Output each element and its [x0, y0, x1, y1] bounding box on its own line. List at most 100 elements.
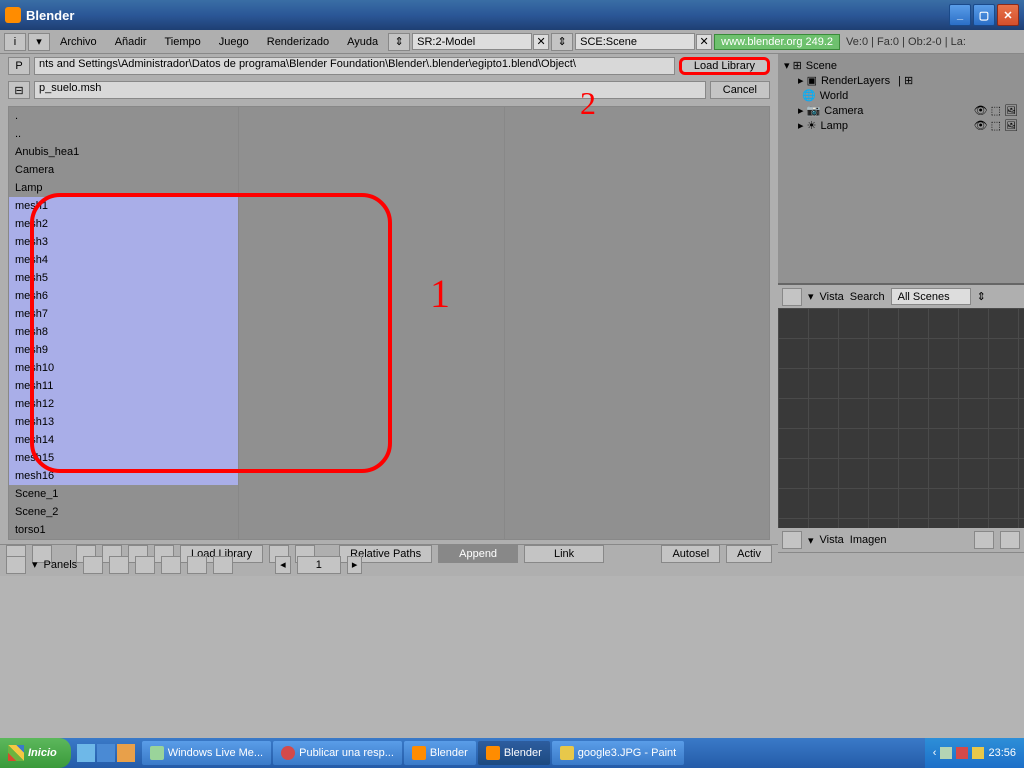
list-item[interactable]: Scene_2 [9, 503, 238, 521]
list-item[interactable]: Lamp [9, 179, 238, 197]
scene-close-icon[interactable]: ✕ [696, 34, 712, 50]
viewport-save-icon[interactable] [1000, 531, 1020, 549]
start-button[interactable]: Inicio [0, 738, 71, 768]
taskbar-item[interactable]: Blender [478, 741, 550, 765]
list-item[interactable]: torso1 [9, 521, 238, 539]
chevron-down-icon[interactable]: ▾ [28, 33, 50, 51]
blender-icon [5, 7, 21, 23]
cancel-button[interactable]: Cancel [710, 81, 770, 99]
chevron-down-icon[interactable]: ▾ [32, 558, 38, 571]
menu-archivo[interactable]: Archivo [52, 34, 105, 50]
panel-logic-icon[interactable] [135, 556, 155, 574]
outliner-camera[interactable]: ▸ 📷Camera👁 ⬚ 🖼 [782, 103, 1020, 118]
maximize-button[interactable]: ▢ [973, 4, 995, 26]
menu-tiempo[interactable]: Tiempo [156, 34, 208, 50]
list-item[interactable]: mesh2 [9, 215, 238, 233]
load-library-button[interactable]: Load Library [679, 57, 770, 75]
link-button[interactable]: Link [524, 545, 604, 563]
viewport-window-icon[interactable] [782, 531, 802, 549]
list-item[interactable]: mesh13 [9, 413, 238, 431]
panel-context-icon[interactable] [83, 556, 103, 574]
outliner-scene[interactable]: ▾ ⊞Scene [782, 58, 1020, 73]
blender-url-button[interactable]: www.blender.org 249.2 [714, 34, 840, 50]
system-tray[interactable]: ‹ 23:56 [925, 738, 1024, 768]
list-item[interactable]: mesh14 [9, 431, 238, 449]
dropdown-icon[interactable]: ⇕ [977, 290, 986, 303]
menu-anadir[interactable]: Añadir [107, 34, 155, 50]
path-input[interactable]: nts and Settings\Administrador\Datos de … [34, 57, 675, 75]
outliner-world[interactable]: 🌐World [782, 88, 1020, 103]
screen-close-icon[interactable]: ✕ [533, 34, 549, 50]
page-prev-icon[interactable]: ◂ [275, 556, 291, 574]
ie-icon[interactable] [97, 744, 115, 762]
outliner-vista-menu[interactable]: Vista [820, 291, 844, 303]
nav-down-button[interactable]: ⊟ [8, 81, 30, 99]
list-item[interactable]: mesh11 [9, 377, 238, 395]
tray-kaspersky-icon[interactable] [956, 747, 968, 759]
panels-label[interactable]: Panels [44, 559, 78, 571]
list-item[interactable]: Anubis_hea1 [9, 143, 238, 161]
tray-arrow-icon[interactable]: ‹ [933, 747, 937, 759]
list-item[interactable]: mesh3 [9, 233, 238, 251]
info-icon[interactable]: i [4, 33, 26, 51]
chevron-down-icon[interactable]: ▾ [808, 290, 814, 303]
list-item[interactable]: mesh15 [9, 449, 238, 467]
list-item[interactable]: mesh9 [9, 341, 238, 359]
scene-selector[interactable]: SCE:Scene [575, 33, 695, 50]
taskbar-item[interactable]: Blender [404, 741, 476, 765]
list-item[interactable]: mesh1 [9, 197, 238, 215]
list-item[interactable]: mesh12 [9, 395, 238, 413]
scene-dropdown-icon[interactable]: ⇕ [551, 33, 573, 51]
menu-juego[interactable]: Juego [211, 34, 257, 50]
viewport-opts-icon[interactable] [974, 531, 994, 549]
panel-script-icon[interactable] [161, 556, 181, 574]
viewport-imagen-menu[interactable]: Imagen [850, 534, 887, 546]
outliner-lamp[interactable]: ▸ ☀Lamp👁 ⬚ 🖼 [782, 118, 1020, 133]
list-item[interactable]: mesh6 [9, 287, 238, 305]
panel-render-icon[interactable] [187, 556, 207, 574]
list-item[interactable]: mesh8 [9, 323, 238, 341]
list-item[interactable]: .. [9, 125, 238, 143]
outliner-renderlayers[interactable]: ▸ ▣RenderLayers| ⊞ [782, 73, 1020, 88]
list-item[interactable]: mesh16 [9, 467, 238, 485]
panel-scene-icon[interactable] [213, 556, 233, 574]
list-item[interactable]: mesh4 [9, 251, 238, 269]
outliner-filter[interactable]: All Scenes [891, 288, 971, 305]
menu-ayuda[interactable]: Ayuda [339, 34, 386, 50]
taskbar-item[interactable]: google3.JPG - Paint [552, 741, 684, 765]
list-item[interactable]: mesh7 [9, 305, 238, 323]
panel-object-icon[interactable] [109, 556, 129, 574]
minimize-button[interactable]: _ [949, 4, 971, 26]
viewport-toolbar: ▾ Vista Imagen [778, 528, 1024, 552]
close-button[interactable]: ✕ [997, 4, 1019, 26]
list-item[interactable]: Scene_1 [9, 485, 238, 503]
chevron-down-icon[interactable]: ▾ [808, 534, 814, 547]
filename-input[interactable]: p_suelo.msh [34, 81, 706, 99]
outliner-search-menu[interactable]: Search [850, 291, 885, 303]
show-desktop-icon[interactable] [77, 744, 95, 762]
active-layer-button[interactable]: Activ [726, 545, 772, 563]
list-item[interactable]: mesh10 [9, 359, 238, 377]
tray-icon[interactable] [940, 747, 952, 759]
autosel-button[interactable]: Autosel [661, 545, 720, 563]
taskbar-item[interactable]: Publicar una resp... [273, 741, 402, 765]
outliner-window-icon[interactable] [782, 288, 802, 306]
screen-dropdown-icon[interactable]: ⇕ [388, 33, 410, 51]
list-item[interactable]: Camera [9, 161, 238, 179]
panels-window-icon[interactable] [6, 556, 26, 574]
explorer-icon[interactable] [117, 744, 135, 762]
tray-icon[interactable] [972, 747, 984, 759]
append-button[interactable]: Append [438, 545, 518, 563]
list-item[interactable]: mesh5 [9, 269, 238, 287]
viewport-vista-menu[interactable]: Vista [820, 534, 844, 546]
list-item[interactable]: . [9, 107, 238, 125]
image-viewport[interactable] [778, 308, 1024, 528]
parent-dir-button[interactable]: P [8, 57, 30, 75]
page-next-icon[interactable]: ▸ [347, 556, 363, 574]
tray-clock[interactable]: 23:56 [988, 747, 1016, 759]
menu-renderizado[interactable]: Renderizado [259, 34, 337, 50]
outliner-toolbar: ▾ Vista Search All Scenes ⇕ [778, 284, 1024, 308]
page-number[interactable]: 1 [297, 556, 341, 574]
screen-selector[interactable]: SR:2-Model [412, 33, 532, 50]
taskbar-item[interactable]: Windows Live Me... [142, 741, 271, 765]
